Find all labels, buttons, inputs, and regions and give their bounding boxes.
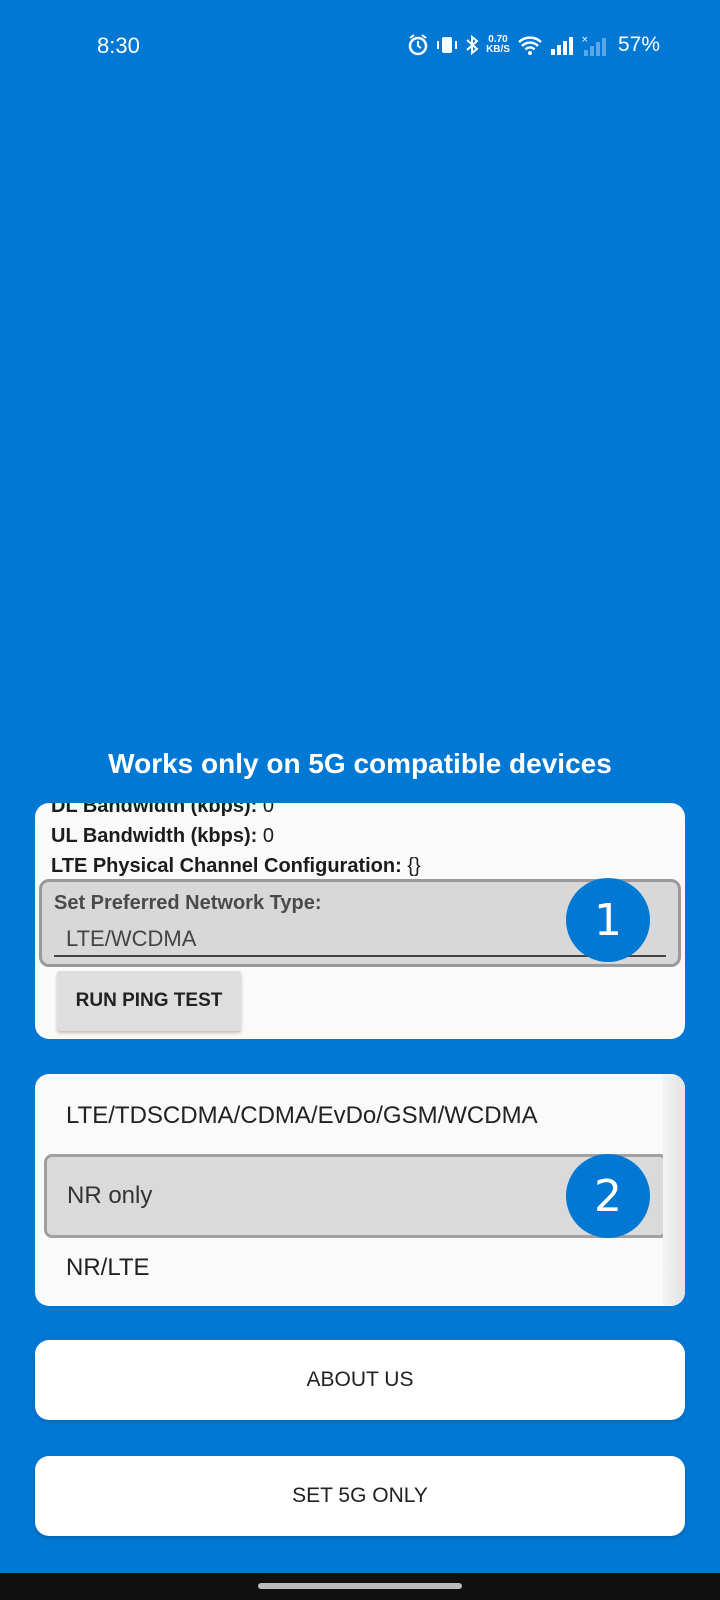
status-icons: 0.70 KB/S × 57% [407, 30, 660, 60]
svg-text:×: × [581, 35, 589, 45]
alarm-icon [407, 34, 429, 56]
wifi-icon [517, 34, 543, 56]
ul-bandwidth-line: UL Bandwidth (kbps): 0 [51, 825, 274, 848]
preferred-network-value: LTE/WCDMA [66, 926, 197, 951]
lte-config-line: LTE Physical Channel Configuration: {} [51, 855, 421, 878]
ul-bandwidth-label: UL Bandwidth (kbps): [51, 825, 258, 847]
vibrate-icon [436, 34, 458, 56]
step-badge-2: 2 [566, 1154, 650, 1238]
run-ping-test-button[interactable]: RUN PING TEST [57, 971, 241, 1031]
dl-bandwidth-line: DL Bandwidth (kbps): 0 [51, 803, 274, 818]
home-gesture-handle[interactable] [258, 1583, 462, 1589]
speed-unit: KB/S [486, 44, 510, 55]
signal-no-service-icon: × [581, 34, 607, 56]
network-option[interactable]: LTE/TDSCDMA/CDMA/EvDo/GSM/WCDMA [35, 1102, 663, 1130]
dl-bandwidth-label: DL Bandwidth (kbps): [51, 803, 258, 817]
dl-bandwidth-value: 0 [262, 803, 274, 817]
preferred-network-label: Set Preferred Network Type: [54, 892, 322, 914]
lte-config-value: {} [407, 855, 421, 877]
step-badge-1: 1 [566, 878, 650, 962]
tagline: Works only on 5G compatible devices [108, 748, 612, 779]
bluetooth-icon [465, 34, 479, 56]
network-speed: 0.70 KB/S [486, 35, 510, 55]
navigation-bar [0, 1573, 720, 1600]
signal-icon [550, 35, 574, 55]
network-option[interactable]: NR/LTE [35, 1254, 663, 1282]
lte-config-label: LTE Physical Channel Configuration: [51, 855, 402, 877]
set-5g-only-button[interactable]: SET 5G ONLY [35, 1456, 685, 1536]
spinner-underline [54, 955, 666, 957]
ul-bandwidth-value: 0 [262, 825, 274, 847]
battery-percent: 57% [617, 33, 660, 56]
about-us-button[interactable]: ABOUT US [35, 1340, 685, 1420]
dropdown-scrollbar[interactable] [663, 1074, 685, 1306]
status-time: 8:30 [97, 33, 140, 58]
status-bar: 8:30 0.70 KB/S × 57% [0, 0, 720, 92]
